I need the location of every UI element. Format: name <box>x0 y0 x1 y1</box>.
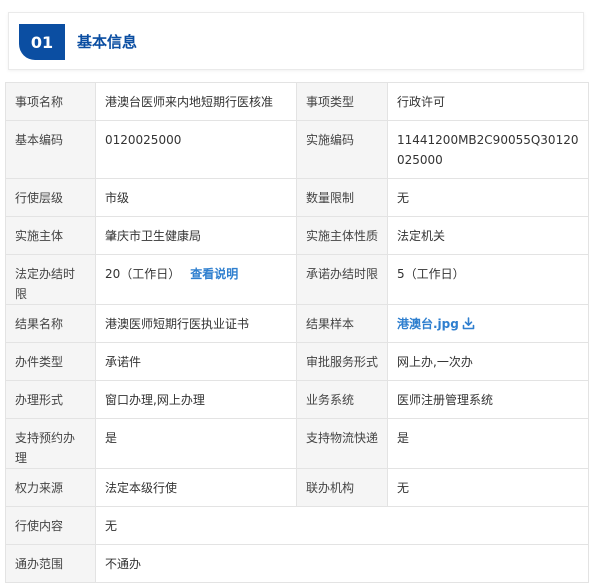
section-title: 基本信息 <box>77 33 138 51</box>
field-value: 港澳台医师来内地短期行医核准 <box>95 82 297 121</box>
field-label: 审批服务形式 <box>296 342 388 381</box>
field-label: 办理形式 <box>5 380 96 419</box>
field-value: 不通办 <box>95 544 589 583</box>
field-value: 法定机关 <box>387 216 589 255</box>
time-limit-value: 20（工作日） <box>105 267 181 281</box>
field-label: 结果样本 <box>296 304 388 343</box>
field-label: 行使内容 <box>5 506 96 545</box>
table-row: 办件类型 承诺件 审批服务形式 网上办,一次办 <box>5 342 589 381</box>
field-value: 承诺件 <box>95 342 297 381</box>
field-value: 5（工作日） <box>387 254 589 305</box>
field-value: 医师注册管理系统 <box>387 380 589 419</box>
field-label: 行使层级 <box>5 178 96 217</box>
field-value: 港澳医师短期行医执业证书 <box>95 304 297 343</box>
result-sample-file-link[interactable]: 港澳台.jpg <box>397 317 459 331</box>
field-label: 基本编码 <box>5 120 96 179</box>
table-row: 基本编码 0120025000 实施编码 11441200MB2C90055Q3… <box>5 120 589 179</box>
field-value: 市级 <box>95 178 297 217</box>
field-value: 是 <box>387 418 589 469</box>
field-label: 法定办结时限 <box>5 254 96 305</box>
field-value: 窗口办理,网上办理 <box>95 380 297 419</box>
table-row: 事项名称 港澳台医师来内地短期行医核准 事项类型 行政许可 <box>5 82 589 121</box>
field-label: 实施主体 <box>5 216 96 255</box>
field-label: 结果名称 <box>5 304 96 343</box>
table-row: 行使层级 市级 数量限制 无 <box>5 178 589 217</box>
field-label: 数量限制 <box>296 178 388 217</box>
field-value: 11441200MB2C90055Q30120025000 <box>387 120 589 179</box>
download-icon[interactable] <box>462 316 475 336</box>
section-number-badge: 01 <box>19 24 65 60</box>
field-label: 事项名称 <box>5 82 96 121</box>
field-value: 肇庆市卫生健康局 <box>95 216 297 255</box>
field-value: 0120025000 <box>95 120 297 179</box>
basic-info-table: 事项名称 港澳台医师来内地短期行医核准 事项类型 行政许可 基本编码 01200… <box>5 82 589 583</box>
field-label: 通办范围 <box>5 544 96 583</box>
field-value: 行政许可 <box>387 82 589 121</box>
section-header: 01 基本信息 <box>8 12 584 70</box>
field-label: 事项类型 <box>296 82 388 121</box>
table-row: 办理形式 窗口办理,网上办理 业务系统 医师注册管理系统 <box>5 380 589 419</box>
field-value: 无 <box>95 506 589 545</box>
table-row: 法定办结时限 20（工作日） 查看说明 承诺办结时限 5（工作日） <box>5 254 589 305</box>
table-row: 结果名称 港澳医师短期行医执业证书 结果样本 港澳台.jpg <box>5 304 589 343</box>
field-label: 实施主体性质 <box>296 216 388 255</box>
table-row: 支持预约办理 是 支持物流快递 是 <box>5 418 589 469</box>
view-explanation-link[interactable]: 查看说明 <box>190 267 238 281</box>
field-value: 无 <box>387 468 589 507</box>
table-row: 通办范围 不通办 <box>5 544 589 583</box>
table-row: 行使内容 无 <box>5 506 589 545</box>
field-value: 无 <box>387 178 589 217</box>
field-label: 支持物流快递 <box>296 418 388 469</box>
field-label: 权力来源 <box>5 468 96 507</box>
table-row: 权力来源 法定本级行使 联办机构 无 <box>5 468 589 507</box>
field-value: 20（工作日） 查看说明 <box>95 254 297 305</box>
field-value: 网上办,一次办 <box>387 342 589 381</box>
field-label: 业务系统 <box>296 380 388 419</box>
table-row: 实施主体 肇庆市卫生健康局 实施主体性质 法定机关 <box>5 216 589 255</box>
field-label: 支持预约办理 <box>5 418 96 469</box>
field-label: 实施编码 <box>296 120 388 179</box>
field-value: 法定本级行使 <box>95 468 297 507</box>
field-label: 承诺办结时限 <box>296 254 388 305</box>
field-label: 联办机构 <box>296 468 388 507</box>
field-value: 港澳台.jpg <box>387 304 589 343</box>
field-value: 是 <box>95 418 297 469</box>
field-label: 办件类型 <box>5 342 96 381</box>
